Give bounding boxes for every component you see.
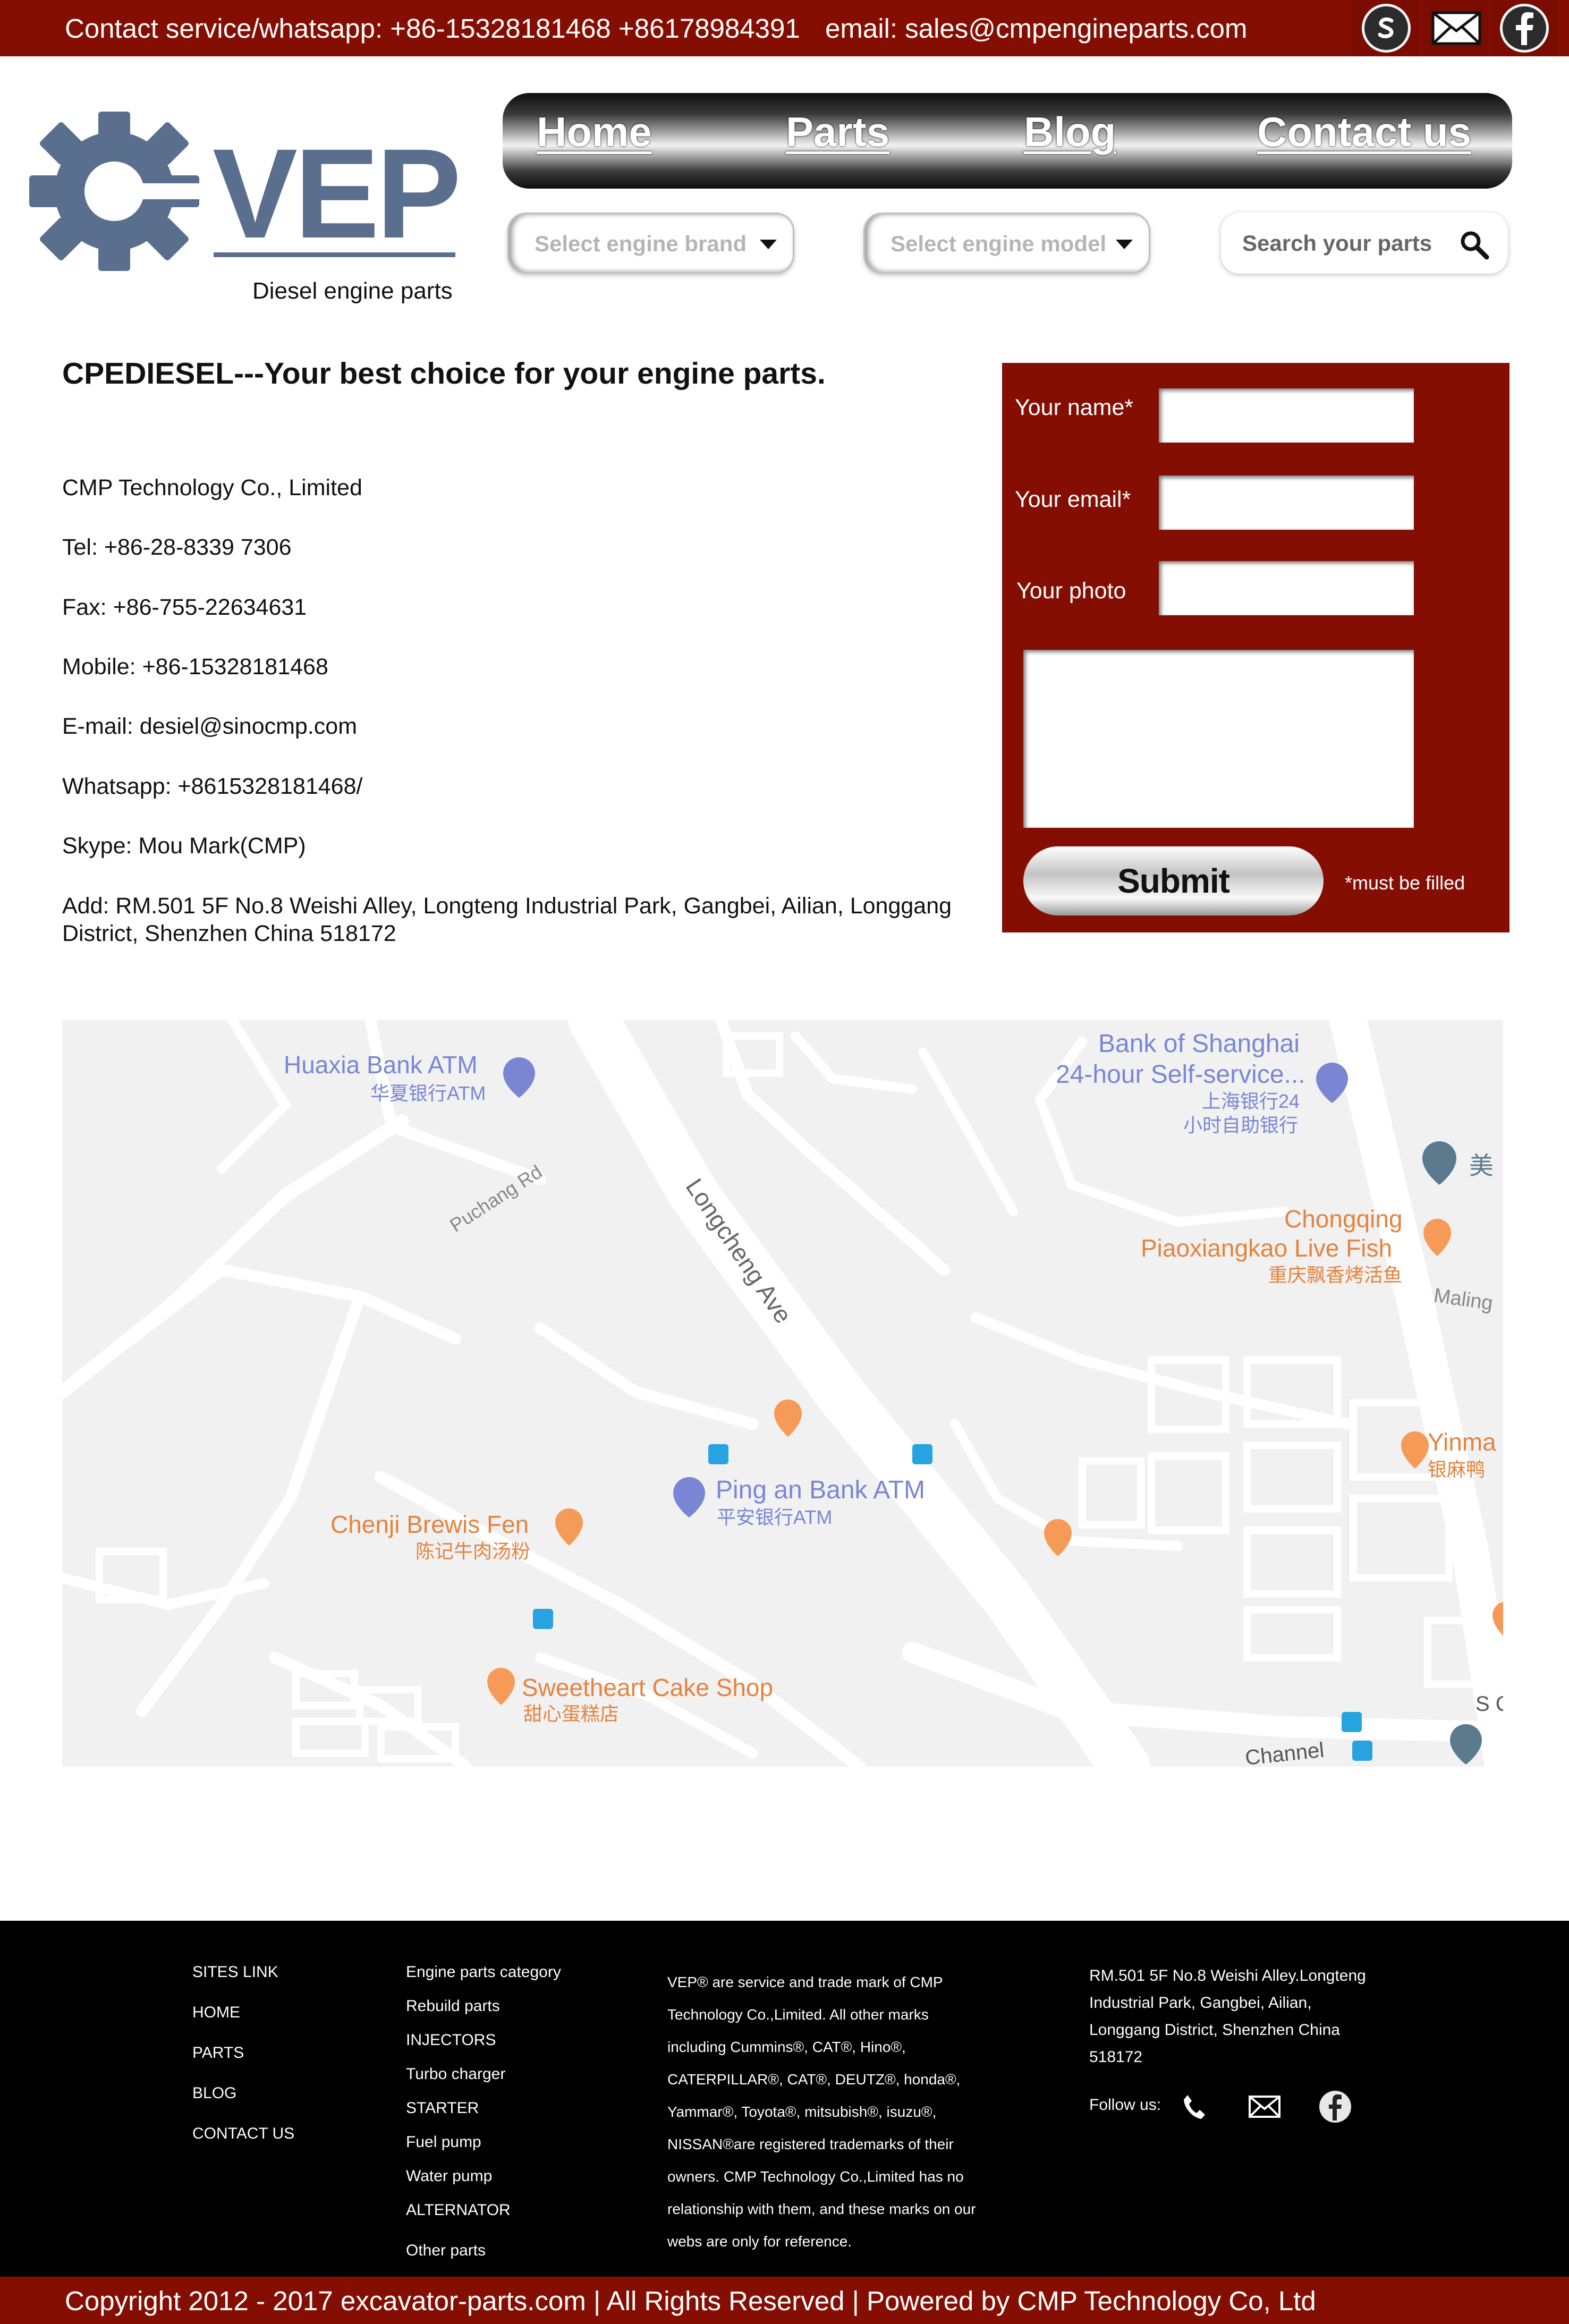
gear-logo-icon: VEP <box>29 112 461 271</box>
skype-icon <box>1361 4 1411 53</box>
message-textarea[interactable] <box>1023 650 1414 828</box>
nav-blog[interactable]: Blog <box>1024 108 1116 156</box>
tel-text: Tel: +86-28-8339 7306 <box>62 535 292 560</box>
footer-address: RM.501 5F No.8 Weishi Alley.Longteng Ind… <box>1089 1967 1366 2066</box>
map-label-chongqing-1: Chongqing <box>1284 1205 1403 1233</box>
fax-text: Fax: +86-755-22634631 <box>62 595 307 620</box>
mail-icon <box>1431 11 1481 45</box>
map-label-puchang: Puchang Rd <box>446 1160 546 1236</box>
map-label-mei: 美 <box>1469 1152 1494 1180</box>
map-label-chenji: Chenji Brewis Fen <box>330 1511 529 1538</box>
map-label-sweetheart-cn: 甜心蛋糕店 <box>523 1703 619 1725</box>
site-footer: SITES LINK HOME PARTS BLOG CONTACT US En… <box>0 1921 1569 2277</box>
facebook-icon <box>1499 4 1549 53</box>
map-label-huaxia-cn: 华夏银行ATM <box>370 1082 486 1104</box>
logo-tagline: Diesel engine parts <box>252 278 453 304</box>
engine-brand-select[interactable]: Select engine brand <box>507 213 794 274</box>
contact-service-text: Contact service/whatsapp: +86-1532818146… <box>65 13 800 44</box>
map-label-shanghai-2: 24-hour Self-service... <box>1056 1061 1305 1089</box>
map-label-channel: Channel <box>1244 1738 1325 1767</box>
page-heading: CPEDIESEL---Your best choice for your en… <box>62 357 826 391</box>
map-label-chongqing-2: Piaoxiangkao Live Fish <box>1141 1234 1392 1262</box>
name-label: Your name* <box>1015 395 1134 420</box>
footer-category-item[interactable]: INJECTORS <box>406 2031 561 2065</box>
skype-link[interactable] <box>1353 0 1419 56</box>
footer-link-contact[interactable]: CONTACT US <box>192 2125 294 2165</box>
map-label-shanghai-cn-1: 上海银行24 <box>1202 1090 1300 1112</box>
footer-category-heading[interactable]: Engine parts category <box>406 1963 561 1997</box>
site-logo[interactable]: VEP Diesel engine parts <box>27 109 462 304</box>
logo-wordmark: VEP <box>213 122 458 265</box>
footer-category-item[interactable]: Water pump <box>406 2167 561 2201</box>
map-label-maling: Maling <box>1432 1284 1495 1314</box>
nav-contact-us[interactable]: Contact us <box>1257 108 1471 156</box>
footer-category-item[interactable]: Turbo charger <box>406 2065 561 2099</box>
name-field[interactable] <box>1159 388 1414 443</box>
address-text: Add: RM.501 5F No.8 Weishi Alley, Longte… <box>62 893 952 946</box>
copyright-text: Copyright 2012 - 2017 excavator-parts.co… <box>65 2286 1316 2316</box>
photo-field[interactable] <box>1159 561 1414 615</box>
footer-categories-column: Engine parts category Rebuild parts INJE… <box>406 1963 561 2276</box>
map-label-sweetheart: Sweetheart Cake Shop <box>522 1674 773 1701</box>
footer-category-item[interactable]: STARTER <box>406 2099 561 2133</box>
footer-sites-column: SITES LINK HOME PARTS BLOG CONTACT US <box>192 1963 294 2165</box>
facebook-link[interactable] <box>1491 0 1557 56</box>
chevron-down-icon <box>760 240 777 249</box>
map-label-chenji-cn: 陈记牛肉汤粉 <box>415 1540 530 1562</box>
footer-link-parts[interactable]: PARTS <box>192 2044 294 2084</box>
mail-icon[interactable] <box>1246 2088 1283 2125</box>
email-field[interactable] <box>1159 476 1414 530</box>
footer-category-item[interactable]: Rebuild parts <box>406 1997 561 2031</box>
whatsapp-text: Whatsapp: +8615328181468/ <box>62 774 363 799</box>
contact-email-text[interactable]: email: sales@cmpengineparts.com <box>825 13 1247 44</box>
mail-link[interactable] <box>1423 0 1489 56</box>
nav-parts[interactable]: Parts <box>786 108 889 156</box>
map-label-shanghai-cn-2: 小时自助银行 <box>1183 1114 1298 1136</box>
submit-button[interactable]: Submit <box>1023 846 1324 915</box>
chevron-down-icon <box>1116 240 1133 249</box>
email-label: Your email* <box>1015 487 1131 512</box>
map-label-yinma-cn: 银麻鸭 <box>1428 1458 1485 1480</box>
map-label-longcheng: Longcheng Ave <box>681 1174 798 1328</box>
contact-form: Your name* Your email* Your photo Submit… <box>1002 363 1509 932</box>
map-label-yinma: Yinma <box>1428 1428 1496 1456</box>
engine-model-placeholder: Select engine model <box>890 231 1107 256</box>
map-label-pingan-cn: 平安银行ATM <box>717 1506 832 1528</box>
footer-category-item[interactable]: Other parts <box>406 2242 561 2276</box>
parts-search <box>1221 213 1508 274</box>
main-nav: Home Parts Blog Contact us <box>503 93 1512 189</box>
email-text: E-mail: desiel@sinocmp.com <box>62 714 358 739</box>
footer-disclaimer: VEP® are service and trade mark of CMP T… <box>667 1974 976 2250</box>
footer-link-blog[interactable]: BLOG <box>192 2084 294 2125</box>
copyright-bar: Copyright 2012 - 2017 excavator-parts.co… <box>0 2277 1569 2324</box>
search-icon[interactable] <box>1459 230 1491 261</box>
footer-category-item[interactable]: ALTERNATOR <box>406 2201 561 2242</box>
follow-us-label: Follow us: <box>1089 2096 1161 2114</box>
map-label-shanghai-1: Bank of Shanghai <box>1098 1030 1300 1058</box>
footer-category-item[interactable]: Fuel pump <box>406 2133 561 2167</box>
engine-brand-placeholder: Select engine brand <box>535 231 747 256</box>
map-label-huaxia: Huaxia Bank ATM <box>284 1051 478 1079</box>
footer-link-home[interactable]: HOME <box>192 2004 294 2044</box>
top-bar: Contact service/whatsapp: +86-1532818146… <box>0 0 1569 56</box>
engine-model-select[interactable]: Select engine model <box>863 213 1150 274</box>
skype-text: Skype: Mou Mark(CMP) <box>62 833 306 859</box>
mobile-text: Mobile: +86-15328181468 <box>62 654 328 680</box>
nav-home[interactable]: Home <box>537 108 652 156</box>
footer-sites-heading: SITES LINK <box>192 1963 278 1981</box>
company-name: CMP Technology Co., Limited <box>62 475 362 501</box>
phone-icon[interactable] <box>1175 2088 1212 2125</box>
search-input[interactable] <box>1242 228 1455 258</box>
map-label-pingan: Ping an Bank ATM <box>716 1476 925 1504</box>
facebook-icon[interactable] <box>1317 2088 1354 2125</box>
map-label-chongqing-cn: 重庆飘香烤活鱼 <box>1268 1264 1402 1286</box>
required-note: *must be filled <box>1345 872 1465 894</box>
map-label-sc: S C <box>1475 1692 1503 1716</box>
location-map[interactable]: Huaxia Bank ATM 华夏银行ATM Bank of Shanghai… <box>62 1020 1503 1767</box>
photo-label: Your photo <box>1016 578 1126 604</box>
